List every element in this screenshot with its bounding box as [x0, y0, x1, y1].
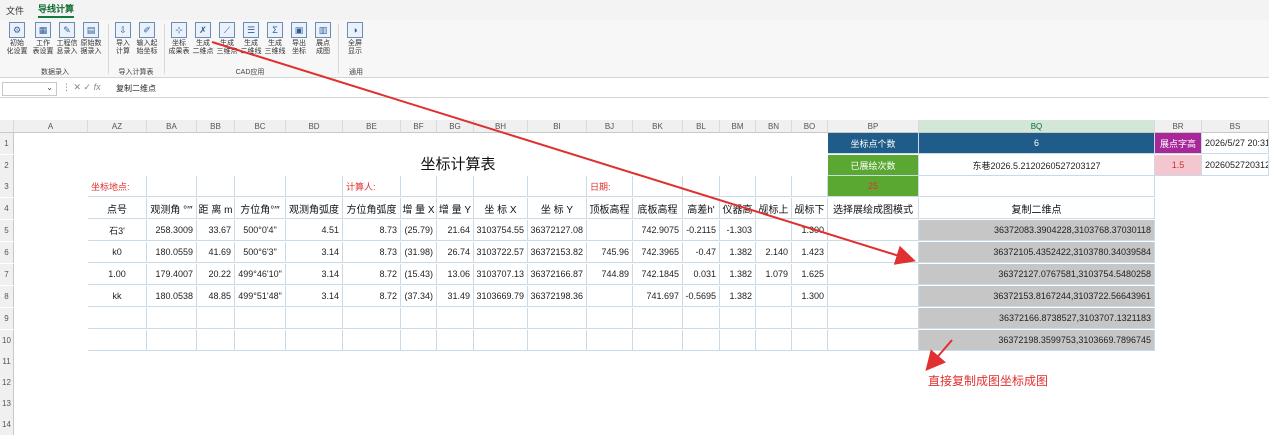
arrow-ribbon-to-cell: [211, 41, 916, 265]
annotation-arrows: [211, 41, 953, 372]
arrow-annotation-to-cell: [925, 339, 953, 372]
